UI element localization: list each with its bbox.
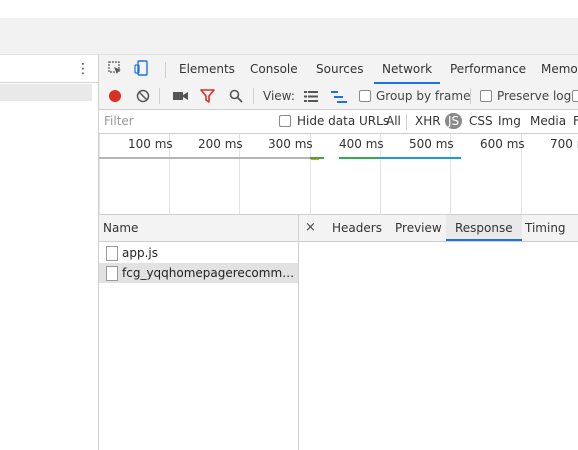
hide-data-urls-label: Hide data URLs (297, 114, 390, 128)
time-tick: 400 ms (339, 137, 384, 151)
filter-type-js[interactable]: JS (445, 113, 463, 129)
filter-type-all[interactable]: All (386, 110, 401, 133)
timeline-overview[interactable]: 100 ms 200 ms 300 ms 400 ms 500 ms 600 m… (99, 134, 578, 215)
device-toolbar-icon[interactable] (134, 60, 148, 76)
name-column-header[interactable]: Name (99, 215, 298, 242)
time-tick: 600 ms (480, 137, 525, 151)
tab-elements[interactable]: Elements (179, 55, 235, 84)
divider (0, 82, 98, 83)
tab-memory[interactable]: Memor (541, 55, 578, 84)
tab-response[interactable]: Response (446, 215, 522, 241)
tab-performance[interactable]: Performance (450, 55, 526, 84)
filter-type-img[interactable]: Img (498, 110, 521, 133)
tab-sources[interactable]: Sources (316, 55, 363, 84)
group-by-frame-checkbox[interactable] (359, 90, 371, 102)
view-label: View: (263, 89, 295, 103)
filter-bar: Hide data URLs All XHR JS CSS Img Media … (99, 110, 578, 134)
more-vert-icon[interactable]: ⋮ (76, 61, 90, 77)
name-header-label: Name (103, 221, 139, 235)
request-list: Name app.js fcg_yqqhomepagerecommend... (99, 215, 299, 450)
tab-timing[interactable]: Timing (525, 215, 566, 241)
request-detail-pane: × Headers Preview Response Timing (299, 215, 578, 450)
time-tick: 700 n (550, 137, 578, 151)
large-rows-icon[interactable] (304, 91, 318, 102)
request-row[interactable]: fcg_yqqhomepagerecommend... (99, 263, 298, 283)
detail-tabbar: × Headers Preview Response Timing (299, 215, 578, 242)
devtools-panel: Elements Console Sources Network Perform… (99, 55, 578, 450)
tab-preview[interactable]: Preview (395, 215, 442, 241)
request-name: app.js (122, 246, 158, 260)
search-icon[interactable] (229, 89, 243, 103)
toolbar-separator (470, 88, 471, 104)
disable-cache-checkbox[interactable] (572, 90, 578, 102)
filter-type-font[interactable]: F (573, 110, 578, 133)
tab-console[interactable]: Console (250, 55, 298, 84)
time-tick: 300 ms (268, 137, 313, 151)
page-left-pane: ⋮ (0, 55, 99, 450)
file-icon (106, 246, 118, 261)
preserve-log-label: Preserve log (497, 89, 572, 103)
timeline-bar (311, 159, 319, 160)
tab-separator (165, 62, 166, 78)
time-tick: 100 ms (128, 137, 173, 151)
time-tick: 500 ms (409, 137, 454, 151)
request-row[interactable]: app.js (99, 243, 298, 263)
group-by-frame-label: Group by frame (376, 89, 471, 103)
timeline-bar (99, 157, 310, 159)
select-element-icon[interactable] (108, 61, 122, 75)
file-icon (106, 266, 118, 281)
gridline (99, 134, 100, 214)
filter-input[interactable] (102, 113, 268, 129)
toolbar-separator (253, 88, 254, 104)
close-icon[interactable]: × (305, 215, 316, 241)
preserve-log-checkbox[interactable] (480, 90, 492, 102)
timeline-bar (379, 157, 461, 159)
request-name: fcg_yqqhomepagerecommend... (122, 266, 296, 280)
tab-network[interactable]: Network (374, 55, 441, 84)
browser-toolbar (0, 18, 578, 55)
filter-type-xhr[interactable]: XHR (415, 110, 441, 133)
hide-data-urls-checkbox[interactable] (279, 115, 291, 127)
network-toolbar: View: Group by frame Preserve log (99, 84, 578, 110)
toolbar-separator (159, 88, 160, 104)
highlighted-row (0, 84, 92, 101)
filter-type-css[interactable]: CSS (469, 110, 493, 133)
timeline-bar (339, 157, 379, 159)
devtools-tabbar: Elements Console Sources Network Perform… (99, 55, 578, 85)
clear-icon[interactable] (136, 89, 150, 103)
waterfall-icon[interactable] (331, 91, 347, 103)
time-tick: 200 ms (198, 137, 243, 151)
filter-separator (406, 114, 407, 130)
filter-icon[interactable] (200, 89, 215, 103)
camera-icon[interactable] (173, 91, 188, 101)
tab-headers[interactable]: Headers (332, 215, 382, 241)
record-icon[interactable] (108, 89, 122, 103)
browser-top-area (0, 0, 578, 18)
filter-type-media[interactable]: Media (530, 110, 566, 133)
